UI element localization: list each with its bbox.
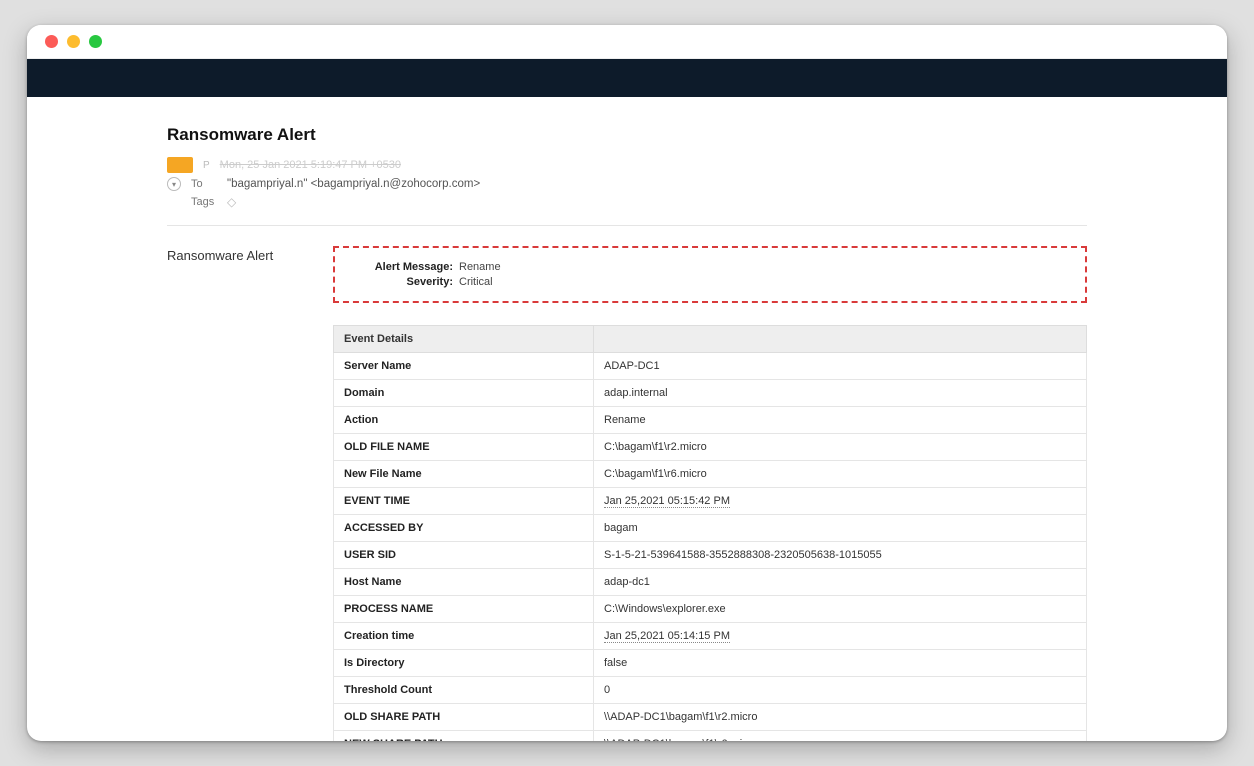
table-row: ACCESSED BYbagam <box>334 515 1087 542</box>
email-tags-row: Tags ◇ <box>167 195 1087 209</box>
table-row: EVENT TIMEJan 25,2021 05:15:42 PM <box>334 488 1087 515</box>
detail-value: S-1-5-21-539641588-3552888308-2320505638… <box>594 542 1087 569</box>
detail-key: Domain <box>334 380 594 407</box>
window-titlebar <box>27 25 1227 59</box>
detail-key: ACCESSED BY <box>334 515 594 542</box>
tags-label: Tags <box>191 196 217 208</box>
table-row: Host Nameadap-dc1 <box>334 569 1087 596</box>
event-details-table: Event Details Server NameADAP-DC1Domaina… <box>333 325 1087 741</box>
email-to-row: ▾ To "bagampriyal.n" <bagampriyal.n@zoho… <box>167 177 1087 191</box>
detail-key: Host Name <box>334 569 594 596</box>
email-body: Ransomware Alert Alert Message: Rename S… <box>167 246 1087 741</box>
event-details-header-blank <box>594 326 1087 353</box>
detail-key: New File Name <box>334 461 594 488</box>
body-main: Alert Message: Rename Severity: Critical… <box>333 246 1087 741</box>
app-header-bar <box>27 59 1227 97</box>
detail-key: EVENT TIME <box>334 488 594 515</box>
email-timestamp: Mon, 25 Jan 2021 5:19:47 PM +0530 <box>220 159 401 171</box>
alert-message-value: Rename <box>459 261 501 273</box>
detail-value: false <box>594 650 1087 677</box>
alert-message-label: Alert Message: <box>353 261 453 273</box>
detail-key: NEW SHARE PATH <box>334 731 594 742</box>
table-row: Domainadap.internal <box>334 380 1087 407</box>
close-window-button[interactable] <box>45 35 58 48</box>
table-row: ActionRename <box>334 407 1087 434</box>
detail-value: adap.internal <box>594 380 1087 407</box>
alert-severity-row: Severity: Critical <box>353 276 1067 288</box>
app-window: Ransomware Alert P Mon, 25 Jan 2021 5:19… <box>27 25 1227 741</box>
table-row: Is Directoryfalse <box>334 650 1087 677</box>
minimize-window-button[interactable] <box>67 35 80 48</box>
detail-value: C:\Windows\explorer.exe <box>594 596 1087 623</box>
detail-value: 0 <box>594 677 1087 704</box>
detail-value: ADAP-DC1 <box>594 353 1087 380</box>
priority-icon: P <box>203 160 210 171</box>
detail-value: \\ADAP-DC1\bagam\f1\r2.micro <box>594 704 1087 731</box>
to-value: "bagampriyal.n" <bagampriyal.n@zohocorp.… <box>227 178 480 190</box>
detail-value: Rename <box>594 407 1087 434</box>
detail-key: Is Directory <box>334 650 594 677</box>
table-row: Server NameADAP-DC1 <box>334 353 1087 380</box>
table-row: USER SIDS-1-5-21-539641588-3552888308-23… <box>334 542 1087 569</box>
detail-key: Threshold Count <box>334 677 594 704</box>
detail-value: C:\bagam\f1\r2.micro <box>594 434 1087 461</box>
table-row: Creation timeJan 25,2021 05:14:15 PM <box>334 623 1087 650</box>
content-area: Ransomware Alert P Mon, 25 Jan 2021 5:19… <box>27 97 1227 741</box>
detail-key: PROCESS NAME <box>334 596 594 623</box>
expand-recipients-icon[interactable]: ▾ <box>167 177 181 191</box>
event-details-header: Event Details <box>334 326 594 353</box>
detail-key: OLD FILE NAME <box>334 434 594 461</box>
to-label: To <box>191 178 217 190</box>
alert-severity-label: Severity: <box>353 276 453 288</box>
detail-value: \\ADAP-DC1\bagam\f1\r6.micro <box>594 731 1087 742</box>
detail-key: Server Name <box>334 353 594 380</box>
table-row: New File NameC:\bagam\f1\r6.micro <box>334 461 1087 488</box>
email-header: P Mon, 25 Jan 2021 5:19:47 PM +0530 ▾ To… <box>167 157 1087 226</box>
tag-icon[interactable]: ◇ <box>227 195 236 209</box>
detail-value: C:\bagam\f1\r6.micro <box>594 461 1087 488</box>
table-row: PROCESS NAMEC:\Windows\explorer.exe <box>334 596 1087 623</box>
detail-value: adap-dc1 <box>594 569 1087 596</box>
detail-key: Action <box>334 407 594 434</box>
maximize-window-button[interactable] <box>89 35 102 48</box>
table-row: OLD SHARE PATH\\ADAP-DC1\bagam\f1\r2.mic… <box>334 704 1087 731</box>
detail-value: Jan 25,2021 05:15:42 PM <box>594 488 1087 515</box>
sender-avatar-badge <box>167 157 193 173</box>
detail-key: OLD SHARE PATH <box>334 704 594 731</box>
detail-key: Creation time <box>334 623 594 650</box>
alert-severity-value: Critical <box>459 276 493 288</box>
alert-message-row: Alert Message: Rename <box>353 261 1067 273</box>
email-sender-row: P Mon, 25 Jan 2021 5:19:47 PM +0530 <box>167 157 1087 173</box>
detail-value: bagam <box>594 515 1087 542</box>
page-title: Ransomware Alert <box>167 125 1087 145</box>
table-row: NEW SHARE PATH\\ADAP-DC1\bagam\f1\r6.mic… <box>334 731 1087 742</box>
alert-summary-box: Alert Message: Rename Severity: Critical <box>333 246 1087 303</box>
detail-key: USER SID <box>334 542 594 569</box>
body-heading: Ransomware Alert <box>167 246 297 741</box>
detail-value: Jan 25,2021 05:14:15 PM <box>594 623 1087 650</box>
table-row: OLD FILE NAMEC:\bagam\f1\r2.micro <box>334 434 1087 461</box>
table-row: Threshold Count0 <box>334 677 1087 704</box>
